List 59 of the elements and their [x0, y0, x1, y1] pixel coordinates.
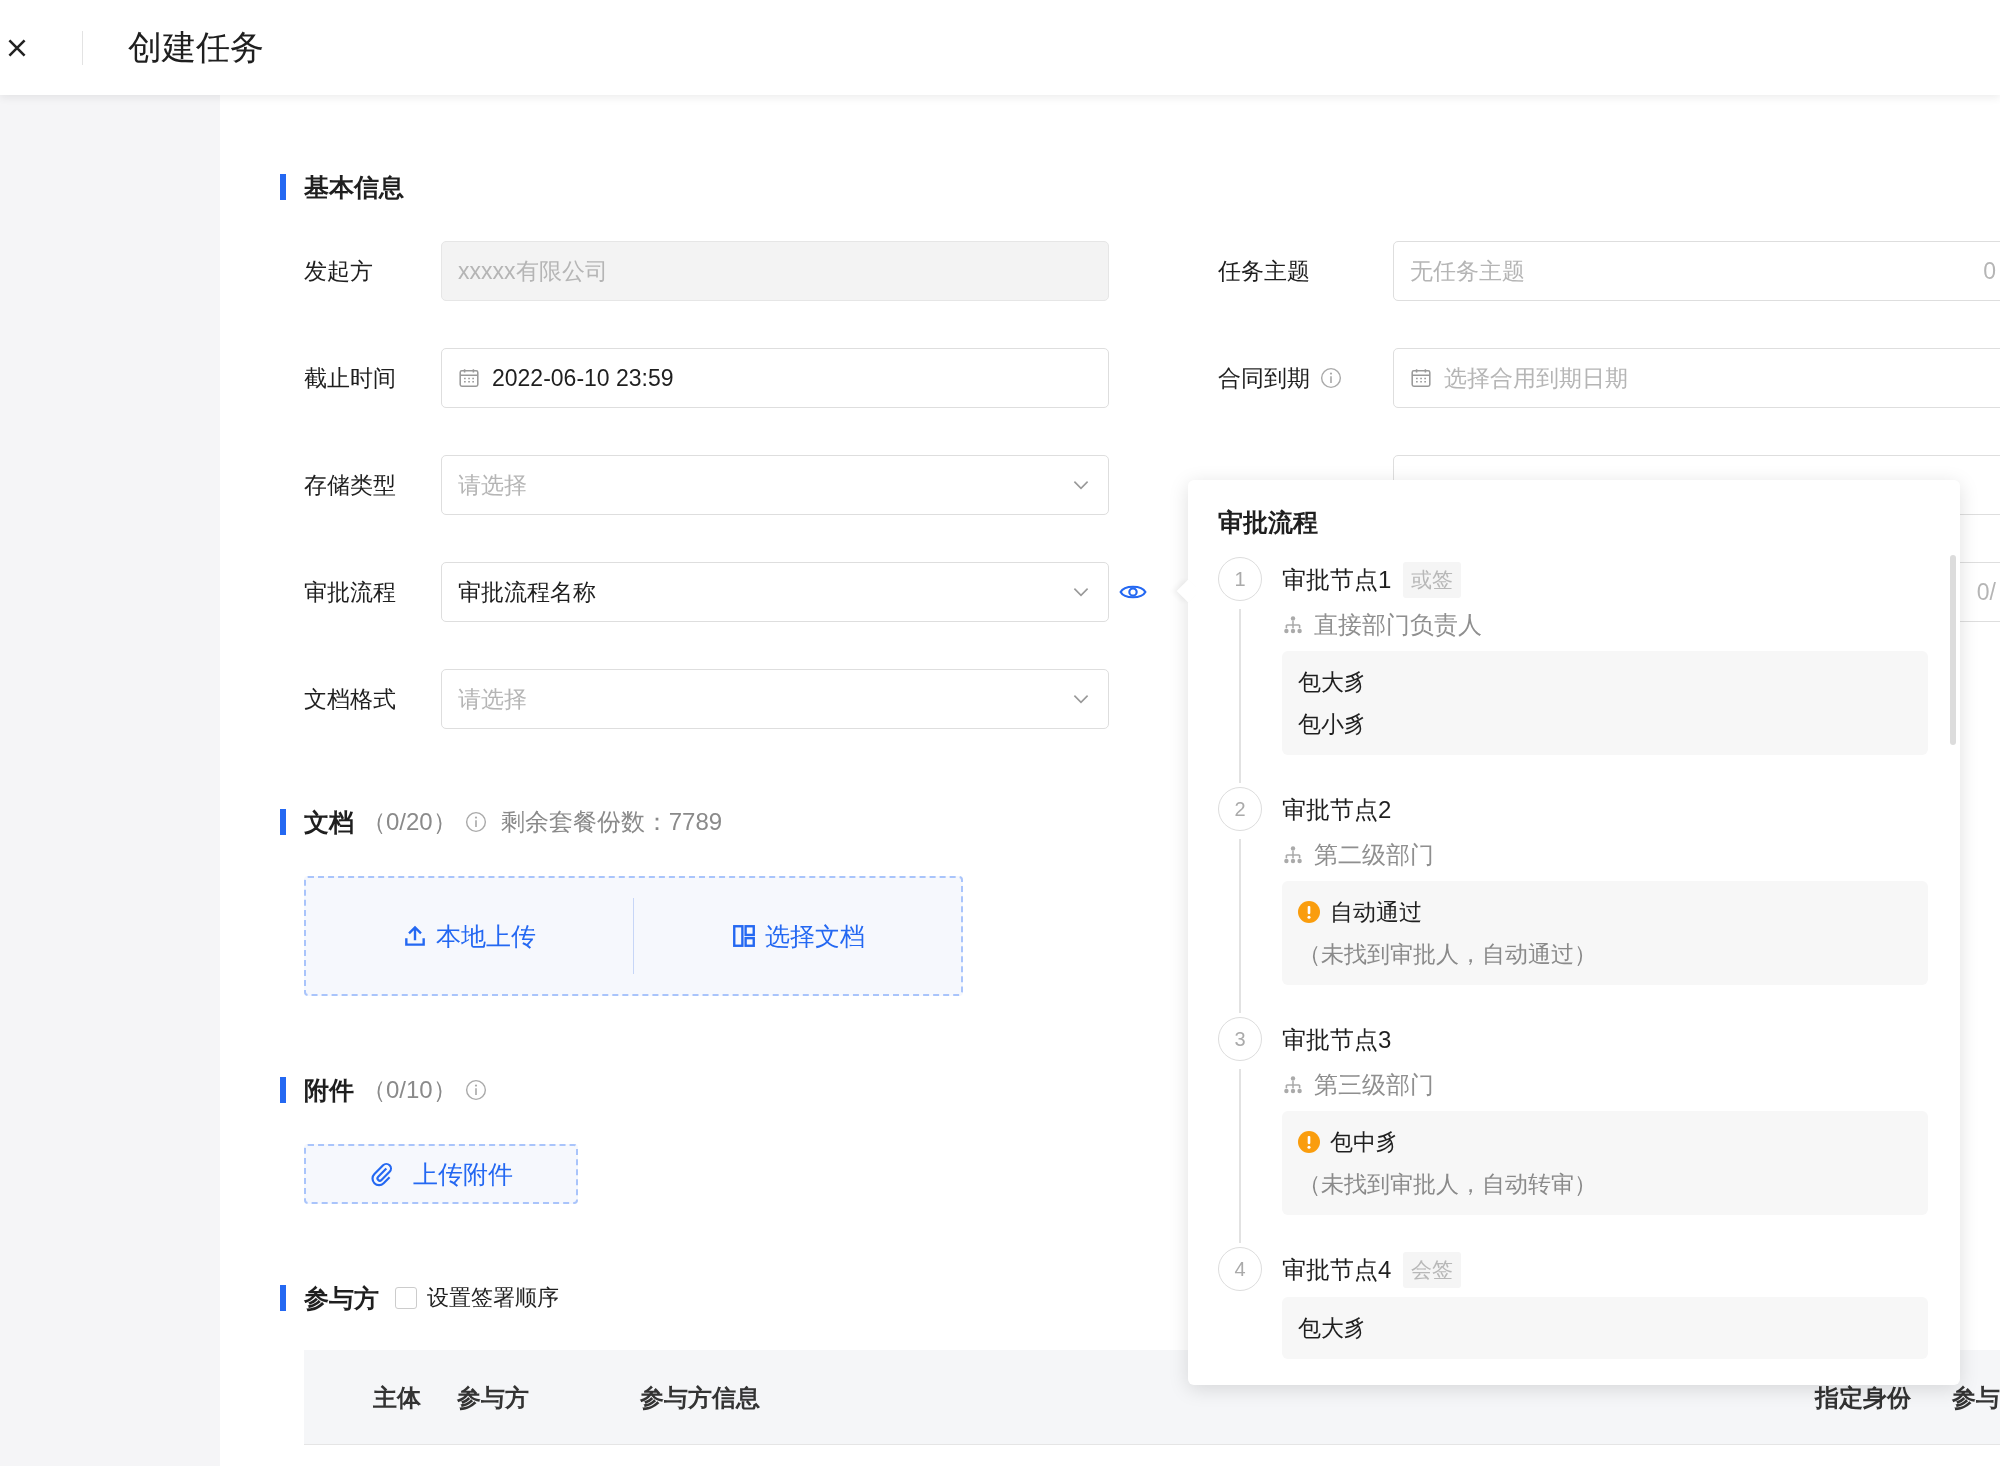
sign-type-tag: 或签 — [1403, 562, 1462, 598]
info-icon[interactable] — [464, 811, 487, 833]
approver-note: （未找到审批人，自动转审） — [1298, 1170, 1598, 1199]
department-text: 直接部门负责人 — [1314, 610, 1482, 640]
calendar-icon — [458, 367, 480, 389]
quota-text: 剩余套餐份数：7789 — [500, 807, 723, 837]
section-marker — [280, 174, 286, 200]
checkbox[interactable] — [395, 1287, 417, 1309]
sign-type-tag: 会签 — [1403, 1252, 1462, 1288]
popover-title: 审批流程 — [1218, 507, 1319, 538]
org-chart-icon — [1282, 1074, 1304, 1096]
section-title: 基本信息 — [304, 171, 404, 203]
department-text: 第三级部门 — [1314, 1070, 1434, 1100]
calendar-icon — [1410, 367, 1432, 389]
count-text: （0/10） — [362, 1075, 457, 1105]
checkbox-label: 设置签署顺序 — [427, 1284, 559, 1312]
org-chart-icon — [1282, 614, 1304, 636]
node-name: 审批节点4 — [1282, 1255, 1392, 1285]
section-marker — [280, 1285, 286, 1311]
column-header: 参与 — [1952, 1383, 2000, 1413]
column-header: 主体 — [373, 1383, 421, 1413]
field-label: 文档格式 — [304, 684, 397, 714]
approver-name: 包小豸 — [1298, 709, 1367, 739]
section-title: 附件 — [304, 1074, 354, 1106]
section-marker — [280, 809, 286, 835]
field-label: 截止时间 — [304, 363, 397, 393]
section-title: 参与方 — [304, 1282, 379, 1314]
section-marker — [280, 1077, 286, 1103]
select-field[interactable]: 审批流程名称 — [441, 562, 1109, 622]
column-header: 参与方信息 — [640, 1383, 760, 1413]
field-label: 审批流程 — [304, 577, 397, 607]
page-title: 创建任务 — [128, 26, 264, 68]
field-label: 合同到期 — [1218, 363, 1310, 393]
scrollbar[interactable] — [1950, 555, 1956, 745]
column-header: 指定身份 — [1815, 1383, 1911, 1413]
approver-name: 包中豸 — [1330, 1127, 1399, 1157]
field-label: 任务主题 — [1218, 256, 1310, 286]
approver-name: 包大豸 — [1298, 1313, 1367, 1343]
department-text: 第二级部门 — [1314, 840, 1434, 870]
node-name: 审批节点2 — [1282, 795, 1392, 825]
field-label: 存储类型 — [304, 470, 397, 500]
section-title: 文档 — [304, 806, 354, 838]
info-icon[interactable] — [1320, 367, 1342, 389]
node-name: 审批节点1 — [1282, 565, 1392, 595]
approver-name: 自动通过 — [1330, 897, 1422, 927]
approver-note: （未找到审批人，自动通过） — [1298, 940, 1598, 969]
info-icon[interactable] — [464, 1079, 487, 1101]
node-name: 审批节点3 — [1282, 1025, 1392, 1055]
approver-name: 包大豸 — [1298, 667, 1367, 697]
org-chart-icon — [1282, 844, 1304, 866]
local-upload-button[interactable]: 本地上传 — [306, 911, 633, 961]
field-label: 发起方 — [304, 256, 374, 286]
count-text: （0/20） — [362, 807, 457, 837]
paperclip-icon — [369, 1161, 395, 1187]
select-document-button[interactable]: 选择文档 — [634, 911, 961, 961]
date-field[interactable]: 2022-06-10 23:59 — [441, 348, 1109, 408]
upload-attachment-button[interactable]: 上传附件 — [304, 1144, 578, 1204]
layout-icon — [730, 923, 757, 949]
column-header: 参与方 — [457, 1383, 529, 1413]
